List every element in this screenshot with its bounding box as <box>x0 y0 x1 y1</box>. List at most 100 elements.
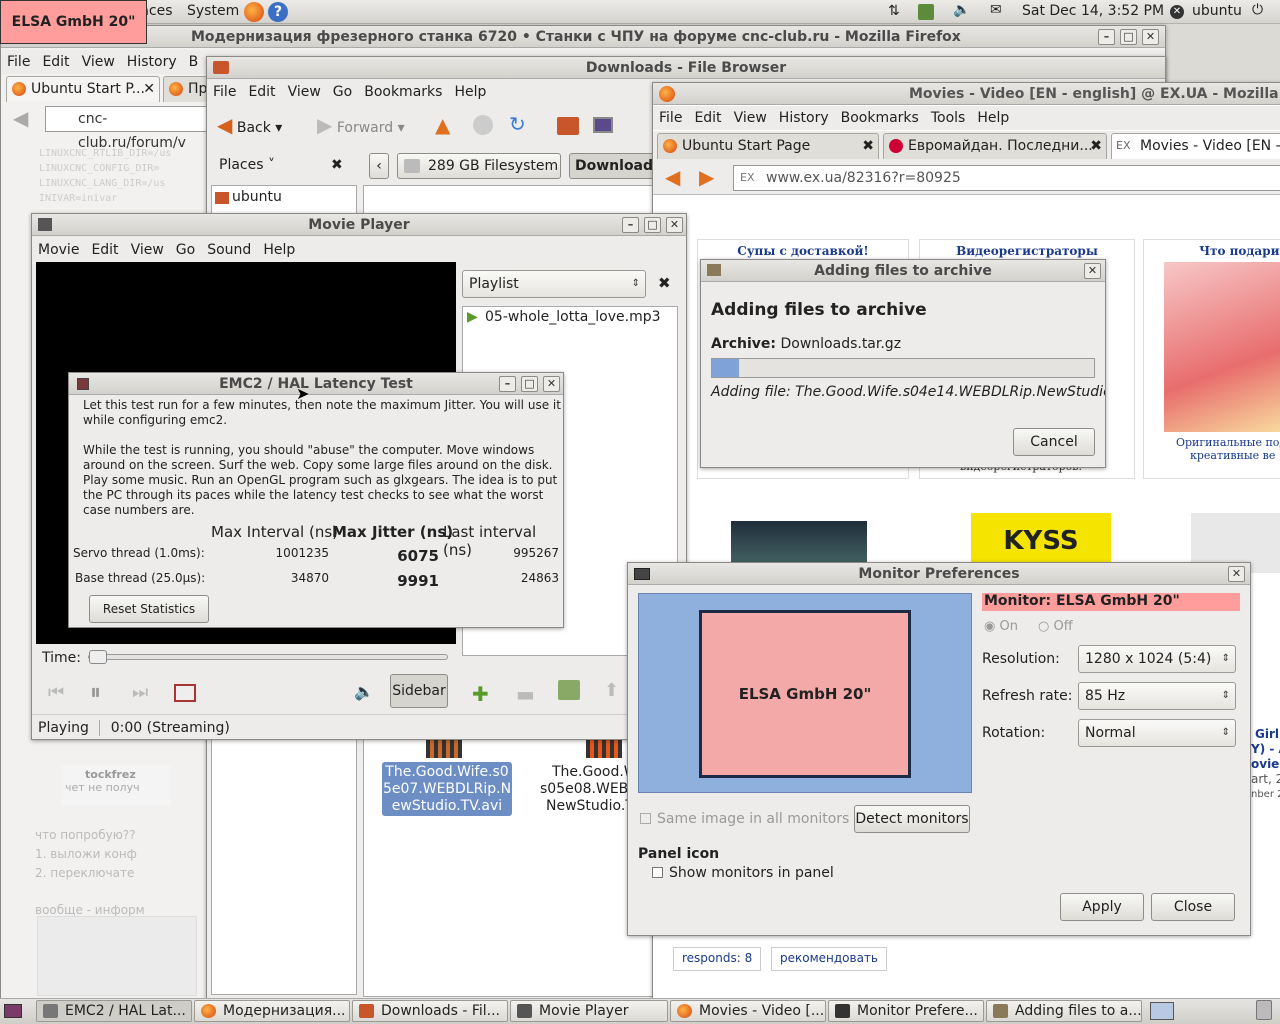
back-arrow-icon[interactable]: ◀ <box>13 106 28 130</box>
cancel-button[interactable]: Cancel <box>1013 428 1095 456</box>
menu-bookmarks[interactable]: Bookmarks <box>835 106 925 130</box>
forward-button[interactable]: ▶ Forward ▾ <box>317 113 405 137</box>
task-movie-player[interactable]: Movie Player <box>510 1000 668 1022</box>
task-firefox-movies[interactable]: Movies - Video [... <box>670 1000 826 1022</box>
maximize-button[interactable]: □ <box>521 376 538 392</box>
tab-euromaidan[interactable]: Евромайдан. Последни... ✖ <box>883 133 1107 159</box>
close-button[interactable]: ✕ <box>1142 29 1159 45</box>
clock[interactable]: Sat Dec 14, 3:52 PM <box>1022 3 1164 19</box>
file-item-1[interactable]: The.Good.Wife.s05e07.WEBDLRip.NewStudio.… <box>382 762 512 816</box>
menu-sound[interactable]: Sound <box>201 238 257 262</box>
up-arrow-icon[interactable]: ▲ <box>435 113 450 137</box>
menu-bookmarks[interactable]: B <box>183 50 205 74</box>
apply-button[interactable]: Apply <box>1060 893 1144 921</box>
help-icon[interactable]: ? <box>268 2 288 22</box>
tab-close-icon[interactable]: ✖ <box>1090 134 1102 158</box>
mail-icon[interactable]: ✉ <box>990 2 1002 18</box>
close-sidebar-icon[interactable]: ✖ <box>658 274 671 292</box>
firefox-front-titlebar[interactable]: Movies - Video [EN - english] @ EX.UA - … <box>653 83 1280 105</box>
menu-view[interactable]: View <box>728 106 773 130</box>
menu-edit[interactable]: Edit <box>85 238 124 262</box>
place-ubuntu[interactable]: ubuntu <box>212 186 356 205</box>
ad-box-3[interactable]: Что подарит Оригинальные под креативные … <box>1143 239 1280 479</box>
responds-link[interactable]: responds: 8 <box>673 947 762 971</box>
movie-thumb-2[interactable]: KYSS <box>971 513 1111 569</box>
menu-view[interactable]: View <box>76 50 121 74</box>
menu-bookmarks[interactable]: Bookmarks <box>358 80 448 104</box>
next-icon[interactable]: ⏭ <box>132 682 148 703</box>
tab-ubuntu-start[interactable]: Ubuntu Start P... ✕ <box>6 76 160 102</box>
menu-view[interactable]: View <box>282 80 327 104</box>
menu-file[interactable]: File <box>207 80 242 104</box>
tab-close-icon[interactable]: ✖ <box>862 134 874 158</box>
forum-thumbnail[interactable] <box>37 916 197 996</box>
firefox-back-titlebar[interactable]: Модернизация фрезерного станка 6720 • Ст… <box>1 26 1165 48</box>
maximize-button[interactable]: □ <box>644 217 661 233</box>
monitor-preferences-window[interactable]: Monitor Preferences ✕ ELSA GmbH 20" Monit… <box>627 562 1251 936</box>
archive-dialog[interactable]: Adding files to archive ✕ Adding files to… <box>700 259 1106 468</box>
tab-movies[interactable]: EX Movies - Video [EN - e <box>1111 133 1280 159</box>
url-bar[interactable]: EX www.ex.ua/82316?r=80925 <box>733 165 1280 191</box>
menu-history[interactable]: History <box>121 50 183 74</box>
maximize-button[interactable]: □ <box>1120 29 1137 45</box>
move-up-icon[interactable]: ⬆ <box>604 680 619 701</box>
menu-system[interactable]: System <box>187 3 239 19</box>
trash-icon[interactable] <box>1256 1000 1272 1020</box>
back-button[interactable]: ◀ Back ▾ <box>217 113 282 137</box>
tab-close-icon[interactable]: ✕ <box>143 77 155 101</box>
volume-icon[interactable]: 🔈 <box>953 2 970 18</box>
task-archive[interactable]: Adding files to a... <box>986 1000 1142 1022</box>
user-menu[interactable]: ubuntu <box>1192 3 1242 19</box>
places-dropdown[interactable]: Places ˅ <box>219 157 275 173</box>
remove-icon[interactable]: ▬ <box>516 682 535 706</box>
show-monitors-checkbox[interactable]: Show monitors in panel <box>652 865 834 881</box>
task-monitor-prefs[interactable]: Monitor Prefere... <box>828 1000 984 1022</box>
detect-monitors-button[interactable]: Detect monitors <box>854 805 970 833</box>
menu-movie[interactable]: Movie <box>32 238 85 262</box>
back-arrow-icon[interactable]: ◀ <box>665 165 680 189</box>
seek-slider[interactable] <box>88 650 448 664</box>
menu-history[interactable]: History <box>773 106 835 130</box>
menu-tools[interactable]: Tools <box>925 106 972 130</box>
ad-title-3[interactable]: Что подарит <box>1144 240 1280 258</box>
menu-file[interactable]: File <box>653 106 688 130</box>
previous-icon[interactable]: ⏮ <box>48 682 64 703</box>
firefox-launcher-icon[interactable] <box>244 2 264 22</box>
minimize-button[interactable]: – <box>1098 29 1115 45</box>
menu-edit[interactable]: Edit <box>242 80 281 104</box>
close-button[interactable]: ✕ <box>543 376 560 392</box>
power-icon[interactable]: ⏻ <box>1252 2 1263 18</box>
monitor-titlebar[interactable]: Monitor Preferences ✕ <box>628 563 1250 585</box>
close-button[interactable]: ✕ <box>1084 263 1101 279</box>
resolution-select[interactable]: 1280 x 1024 (5:4) ⇕ <box>1078 645 1236 673</box>
fullscreen-icon[interactable] <box>174 684 196 702</box>
menu-edit[interactable]: Edit <box>36 50 75 74</box>
menu-help[interactable]: Help <box>971 106 1015 130</box>
update-icon[interactable] <box>918 4 934 20</box>
same-image-checkbox[interactable]: Same image in all monitors <box>640 811 849 827</box>
archive-titlebar[interactable]: Adding files to archive ✕ <box>701 260 1105 282</box>
latency-titlebar[interactable]: EMC2 / HAL Latency Test – □ ✕ <box>69 373 563 395</box>
off-radio[interactable]: ○ Off <box>1038 619 1073 634</box>
recommend-link[interactable]: рекомендовать <box>771 947 887 971</box>
rotation-select[interactable]: Normal ⇕ <box>1078 719 1236 747</box>
menu-go[interactable]: Go <box>170 238 201 262</box>
close-button[interactable]: ✕ <box>1228 566 1245 582</box>
monitor-preview[interactable]: ELSA GmbH 20" <box>699 610 911 778</box>
file-browser-titlebar[interactable]: Downloads - File Browser <box>207 57 1165 79</box>
close-sidebar-icon[interactable]: ✖ <box>331 157 343 173</box>
minimize-button[interactable]: – <box>499 376 516 392</box>
tab-ubuntu-start[interactable]: Ubuntu Start Page ✖ <box>657 133 879 159</box>
ad-title-1[interactable]: Супы с доставкой! <box>698 240 908 258</box>
pause-icon[interactable]: ⏸ <box>90 680 101 705</box>
refresh-select[interactable]: 85 Hz ⇕ <box>1078 682 1236 710</box>
url-bar[interactable]: cnc-club.ru/forum/v <box>45 106 215 151</box>
movie-player-titlebar[interactable]: Movie Player – □ ✕ <box>32 214 686 236</box>
forward-arrow-icon[interactable]: ▶ <box>699 165 714 189</box>
reload-icon[interactable]: ↻ <box>509 112 526 136</box>
playlist-item[interactable]: ▶ 05-whole_lotta_love.mp3 <box>463 307 677 325</box>
add-icon[interactable]: ✚ <box>472 682 489 706</box>
task-file-browser[interactable]: Downloads - Fil... <box>352 1000 508 1022</box>
menu-help[interactable]: Help <box>448 80 492 104</box>
sidebar-toggle-button[interactable]: Sidebar <box>390 674 448 708</box>
